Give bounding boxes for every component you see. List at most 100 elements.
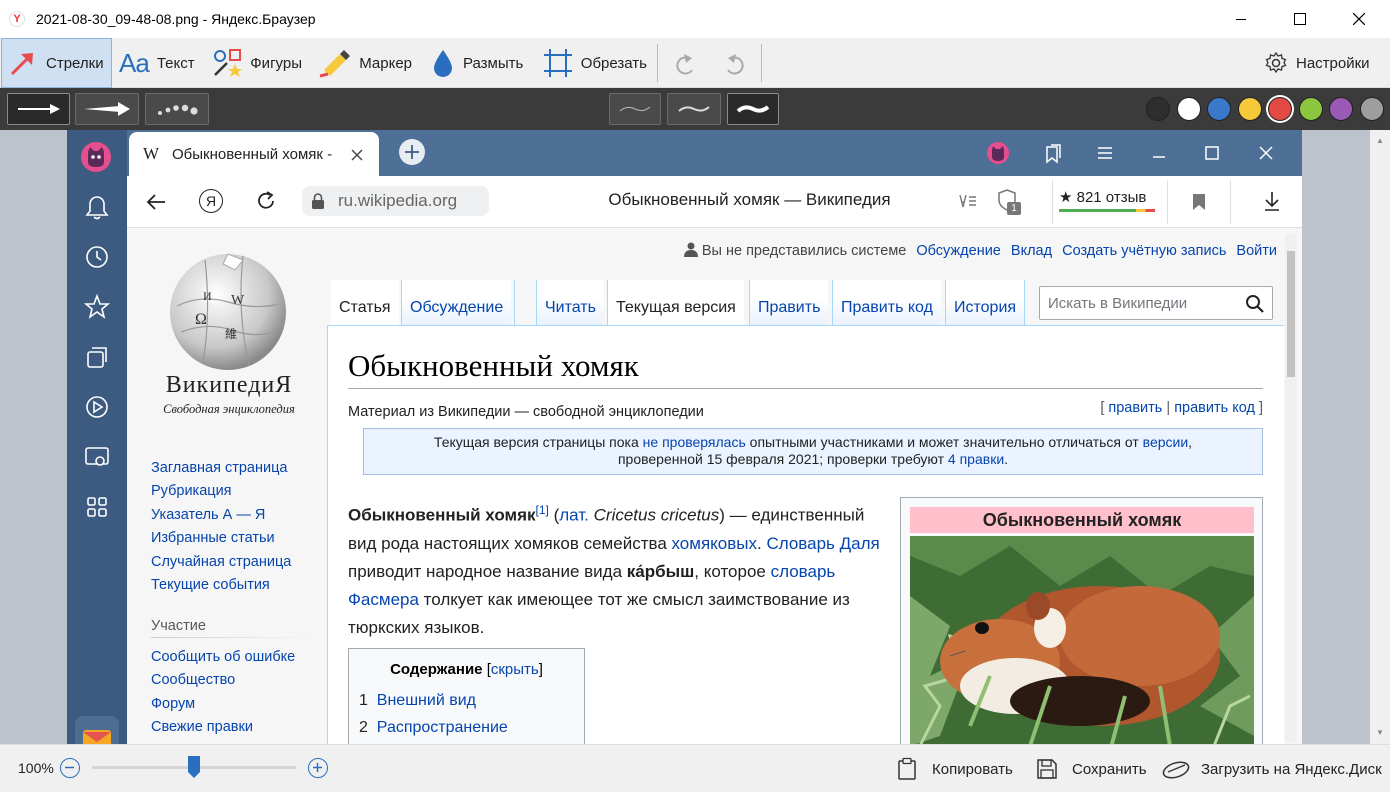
blur-tool-button[interactable]: Размыть [425,38,533,88]
tab-discussion[interactable]: Обсуждение [401,280,512,325]
nav-report-error[interactable]: Сообщить об ошибке [151,649,295,665]
shapes-tool-button[interactable]: Фигуры [205,38,308,88]
settings-button[interactable]: Настройки [1258,38,1386,88]
zoom-out-button[interactable] [60,758,80,778]
toc-hide-link[interactable]: скрыть [491,661,539,678]
upload-disk-button[interactable]: Загрузить на Яндекс.Диск [1161,755,1383,783]
undo-button[interactable] [672,50,700,78]
back-arrow-icon[interactable] [145,192,167,212]
color-swatch[interactable] [1298,97,1323,121]
notice-link-version[interactable]: версии [1143,434,1189,450]
nav-recent-changes[interactable]: Свежие правки [151,719,253,735]
crop-tool-button[interactable]: Обрезать [537,38,653,88]
reviews-button[interactable]: ★ 821 отзыв [1059,188,1155,216]
nav-featured[interactable]: Избранные статьи [151,530,275,546]
zoom-in-button[interactable] [308,758,328,778]
wiki-search-input[interactable]: Искать в Википедии [1039,286,1273,320]
bookmark-icon[interactable] [1191,192,1207,212]
download-icon[interactable] [1262,190,1282,212]
latin-link[interactable]: лат. [559,506,589,525]
redo-button[interactable] [720,50,748,78]
save-button[interactable]: Сохранить [1036,755,1151,783]
browser-minimize-icon[interactable] [1150,144,1168,162]
menu-hamburger-icon[interactable] [1095,144,1115,162]
toc-link[interactable]: Внешний вид [377,692,476,709]
notice-link-unchecked[interactable]: не проверялась [643,434,746,450]
nav-main-page[interactable]: Заглавная страница [151,460,287,476]
yandex-home-icon[interactable]: Я [199,189,223,213]
browser-close-icon[interactable] [1257,144,1275,162]
bell-icon[interactable] [84,194,110,220]
color-swatch-selected[interactable] [1268,97,1292,121]
color-swatch[interactable] [1237,97,1262,121]
profile-avatar[interactable] [81,142,111,172]
wikipedia-logo[interactable]: Ω W И 維 ВикипедиЯ Свободная энциклопедия [163,242,295,416]
toc-item[interactable]: 2 Распространение [359,719,508,737]
history-clock-icon[interactable] [84,244,110,270]
profile-small-avatar[interactable] [987,142,1009,164]
login-link[interactable]: Войти [1236,243,1277,259]
line-thin-button[interactable] [609,93,661,125]
page-scrollbar[interactable] [1285,234,1297,742]
reload-icon[interactable] [255,190,277,212]
nav-index[interactable]: Указатель А — Я [151,507,265,523]
contributions-link[interactable]: Вклад [1011,243,1052,259]
tab-edit[interactable]: Править [749,280,829,325]
zoom-slider-thumb[interactable] [188,756,200,778]
tab-edit-source[interactable]: Править код [832,280,941,325]
tab-close-icon[interactable] [351,149,363,161]
notice-link-edits[interactable]: 4 правки [948,451,1004,467]
search-icon[interactable] [1245,294,1265,314]
hamster-photo[interactable] [910,536,1254,744]
tab-read[interactable]: Читать [536,280,604,325]
copy-button[interactable]: Копировать [896,755,1021,783]
nav-current-events[interactable]: Текущие события [151,577,270,593]
close-button[interactable] [1336,0,1382,38]
tab-current-version[interactable]: Текущая версия [607,280,744,325]
color-swatch[interactable] [1176,97,1201,121]
arrows-tool-button[interactable]: Стрелки [1,38,112,88]
maximize-button[interactable] [1277,0,1323,38]
tab-article[interactable]: Статья [331,280,399,325]
tab-history[interactable]: История [945,280,1026,325]
text-tool-button[interactable]: Aa Текст [113,38,203,88]
nav-forum[interactable]: Форум [151,696,195,712]
mail-button[interactable] [75,716,119,744]
color-swatch[interactable] [1146,97,1170,121]
edit-link[interactable]: править [1108,400,1162,416]
nav-random[interactable]: Случайная страница [151,554,291,570]
edit-code-link[interactable]: править код [1174,400,1255,416]
line-medium-button[interactable] [667,93,721,125]
bookmarks-star-icon[interactable] [84,294,110,320]
vertical-scrollbar[interactable]: ▲ ▼ [1370,130,1390,744]
play-icon[interactable] [84,394,110,420]
toc-link[interactable]: Распространение [377,719,508,736]
marker-tool-button[interactable]: Маркер [312,38,418,88]
line-thick-button[interactable] [727,93,779,125]
tab-groups-icon[interactable] [1042,143,1064,165]
arrow-style-dotted-button[interactable] [145,93,209,125]
nav-categories[interactable]: Рубрикация [151,483,232,499]
apps-grid-icon[interactable] [84,494,110,520]
color-swatch[interactable] [1359,97,1384,121]
talk-link[interactable]: Обсуждение [916,243,1000,259]
create-account-link[interactable]: Создать учётную запись [1062,243,1226,259]
page-scrollbar-thumb[interactable] [1287,251,1295,377]
color-swatch[interactable] [1329,97,1353,121]
protect-shield-button[interactable]: 1 [995,188,1021,215]
footnote-ref[interactable]: [1] [536,503,549,517]
reader-mode-icon[interactable] [958,192,978,210]
color-swatch[interactable] [1207,97,1231,121]
screenshot-camera-icon[interactable] [84,444,110,470]
browser-tab[interactable]: W Обыкновенный хомяк - [129,132,379,176]
arrow-style-tapered-button[interactable] [75,93,139,125]
new-tab-button[interactable] [399,139,425,165]
arrow-style-straight-button[interactable] [7,93,70,125]
url-field[interactable]: ru.wikipedia.org [302,186,489,216]
browser-maximize-icon[interactable] [1203,144,1221,162]
dal-dictionary-link[interactable]: Словарь Даля [766,534,879,553]
collections-icon[interactable] [84,344,110,370]
minimize-button[interactable] [1218,0,1264,38]
family-link[interactable]: хомяковых [672,534,758,553]
toc-item[interactable]: 1 Внешний вид [359,692,476,710]
